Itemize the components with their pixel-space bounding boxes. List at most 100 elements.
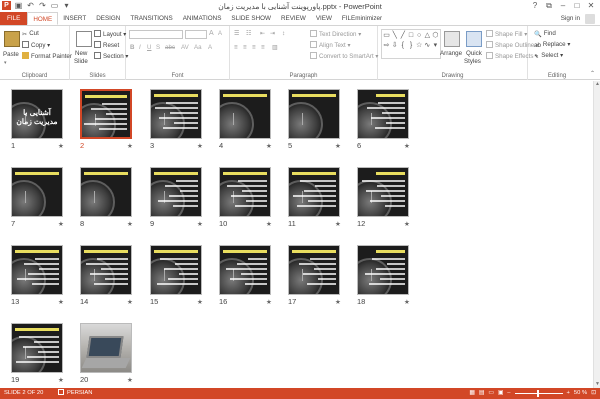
slide-thumbnail[interactable] bbox=[80, 167, 132, 217]
arrange-button[interactable]: Arrange bbox=[440, 50, 462, 57]
align-right-icon[interactable]: ≡ bbox=[252, 44, 256, 51]
transition-star-icon[interactable]: ★ bbox=[404, 220, 410, 228]
shape-hexagon-icon[interactable]: ⬡ bbox=[432, 31, 439, 40]
shape-fill-button[interactable]: Shape Fill ▾ bbox=[486, 30, 527, 38]
slide-thumbnail[interactable]: آشنایی با مدیریت زمان bbox=[11, 89, 63, 139]
scroll-up-icon[interactable]: ▲ bbox=[594, 81, 600, 88]
sign-in-link[interactable]: Sign in bbox=[561, 12, 580, 25]
language-indicator[interactable]: PERSIAN bbox=[58, 388, 92, 399]
slide-thumbnail[interactable] bbox=[11, 323, 63, 373]
tab-home[interactable]: HOME bbox=[27, 12, 59, 25]
quick-styles-label-2[interactable]: Styles bbox=[464, 58, 481, 65]
tab-transitions[interactable]: TRANSITIONS bbox=[125, 12, 177, 25]
fit-to-window-icon[interactable]: ⊡ bbox=[591, 388, 596, 399]
ribbon-display-options-icon[interactable]: ⧉ bbox=[542, 0, 556, 11]
align-center-icon[interactable]: ≡ bbox=[243, 44, 247, 51]
new-slide-label-2[interactable]: Slide bbox=[74, 58, 88, 65]
transition-star-icon[interactable]: ★ bbox=[335, 142, 341, 150]
transition-star-icon[interactable]: ★ bbox=[127, 142, 133, 150]
line-spacing-icon[interactable]: ↕ bbox=[282, 30, 285, 37]
tab-review[interactable]: REVIEW bbox=[276, 12, 311, 25]
shape-curve-icon[interactable]: ∿ bbox=[424, 41, 431, 50]
transition-star-icon[interactable]: ★ bbox=[197, 142, 203, 150]
tab-view[interactable]: VIEW bbox=[311, 12, 337, 25]
slide-thumbnail[interactable] bbox=[357, 167, 409, 217]
tab-animations[interactable]: ANIMATIONS bbox=[178, 12, 227, 25]
transition-star-icon[interactable]: ★ bbox=[404, 298, 410, 306]
quick-styles-label-1[interactable]: Quick bbox=[466, 50, 482, 57]
paste-icon[interactable] bbox=[4, 31, 20, 47]
font-name-field[interactable] bbox=[129, 30, 183, 39]
transition-star-icon[interactable]: ★ bbox=[127, 220, 133, 228]
shape-arrow-down-icon[interactable]: ⇩ bbox=[391, 41, 398, 50]
avatar[interactable] bbox=[585, 14, 595, 24]
zoom-slider[interactable] bbox=[514, 390, 563, 397]
maximize-button[interactable]: □ bbox=[570, 0, 584, 11]
decrease-indent-icon[interactable]: ⇤ bbox=[260, 30, 265, 37]
reading-view-icon[interactable]: ▭ bbox=[488, 388, 493, 399]
normal-view-icon[interactable]: ▦ bbox=[469, 388, 474, 399]
zoom-in-icon[interactable]: + bbox=[567, 388, 570, 399]
slide-thumbnail[interactable] bbox=[80, 245, 132, 295]
shape-textbox-icon[interactable]: ▭ bbox=[383, 31, 390, 40]
shape-oval-icon[interactable]: ○ bbox=[416, 31, 423, 40]
bold-icon[interactable]: B bbox=[130, 44, 134, 51]
shape-line-icon[interactable]: ╲ bbox=[391, 31, 398, 40]
align-left-icon[interactable]: ≡ bbox=[234, 44, 238, 51]
transition-star-icon[interactable]: ★ bbox=[266, 142, 272, 150]
change-case-icon[interactable]: Aa bbox=[194, 44, 202, 51]
slide-thumbnail[interactable] bbox=[357, 89, 409, 139]
slide-thumbnail[interactable] bbox=[357, 245, 409, 295]
font-grow-icon[interactable]: A bbox=[209, 30, 214, 37]
tab-insert[interactable]: INSERT bbox=[58, 12, 91, 25]
vertical-scrollbar[interactable]: ▲ ▼ bbox=[593, 81, 600, 388]
shape-star-icon[interactable]: ☆ bbox=[416, 41, 423, 50]
format-painter-button[interactable]: Format Painter bbox=[22, 52, 72, 60]
tab-file[interactable]: FILE bbox=[0, 12, 28, 25]
increase-indent-icon[interactable]: ⇥ bbox=[270, 30, 275, 37]
slide-thumbnail[interactable] bbox=[11, 167, 63, 217]
slideshow-view-icon[interactable]: ▣ bbox=[498, 388, 503, 399]
paste-dropdown-icon[interactable]: ▾ bbox=[4, 60, 7, 66]
shape-brace-icon[interactable]: { bbox=[399, 41, 406, 50]
slide-thumbnail[interactable] bbox=[219, 245, 271, 295]
new-slide-label-1[interactable]: New bbox=[75, 50, 87, 57]
shape-arrow-icon[interactable]: ⇨ bbox=[383, 41, 390, 50]
justify-icon[interactable]: ≡ bbox=[261, 44, 265, 51]
slide-thumbnail[interactable] bbox=[219, 89, 271, 139]
slide-thumbnail[interactable] bbox=[288, 167, 340, 217]
shape-line2-icon[interactable]: ╱ bbox=[399, 31, 406, 40]
transition-star-icon[interactable]: ★ bbox=[404, 142, 410, 150]
slide-thumbnail[interactable] bbox=[288, 245, 340, 295]
shapes-gallery[interactable]: ▭ ╲ ╱ □ ○ △ ⬡ ⇨ ⇩ { } ☆ ∿ ▾ bbox=[381, 29, 441, 59]
underline-icon[interactable]: U bbox=[147, 44, 151, 51]
font-size-field[interactable] bbox=[185, 30, 207, 39]
transition-star-icon[interactable]: ★ bbox=[335, 220, 341, 228]
zoom-slider-knob[interactable] bbox=[536, 390, 539, 397]
scroll-down-icon[interactable]: ▼ bbox=[594, 381, 600, 388]
select-button[interactable]: ↖ Select ▾ bbox=[534, 52, 563, 60]
transition-star-icon[interactable]: ★ bbox=[58, 298, 64, 306]
slide-thumbnail[interactable] bbox=[219, 167, 271, 217]
transition-star-icon[interactable]: ★ bbox=[266, 298, 272, 306]
layout-button[interactable]: Layout ▾ bbox=[94, 30, 126, 38]
transition-star-icon[interactable]: ★ bbox=[197, 298, 203, 306]
section-button[interactable]: Section ▾ bbox=[94, 52, 128, 60]
font-color-icon[interactable]: A bbox=[208, 44, 212, 51]
transition-star-icon[interactable]: ★ bbox=[58, 142, 64, 150]
transition-star-icon[interactable]: ★ bbox=[58, 376, 64, 384]
tab-slide-show[interactable]: SLIDE SHOW bbox=[226, 12, 276, 25]
transition-star-icon[interactable]: ★ bbox=[58, 220, 64, 228]
transition-star-icon[interactable]: ★ bbox=[335, 298, 341, 306]
cut-button[interactable]: ✂ Cut bbox=[22, 30, 39, 38]
close-button[interactable]: ✕ bbox=[584, 0, 598, 11]
find-button[interactable]: 🔍 Find bbox=[534, 30, 556, 38]
slide-thumbnail[interactable] bbox=[150, 167, 202, 217]
bullets-icon[interactable]: ☰ bbox=[234, 30, 240, 37]
slide-thumbnail[interactable] bbox=[150, 245, 202, 295]
numbering-icon[interactable]: ☷ bbox=[246, 30, 252, 37]
minimize-button[interactable]: – bbox=[556, 0, 570, 11]
transition-star-icon[interactable]: ★ bbox=[197, 220, 203, 228]
shape-more-icon[interactable]: ▾ bbox=[432, 41, 439, 50]
tab-fileminimizer[interactable]: FILEminimizer bbox=[337, 12, 387, 25]
